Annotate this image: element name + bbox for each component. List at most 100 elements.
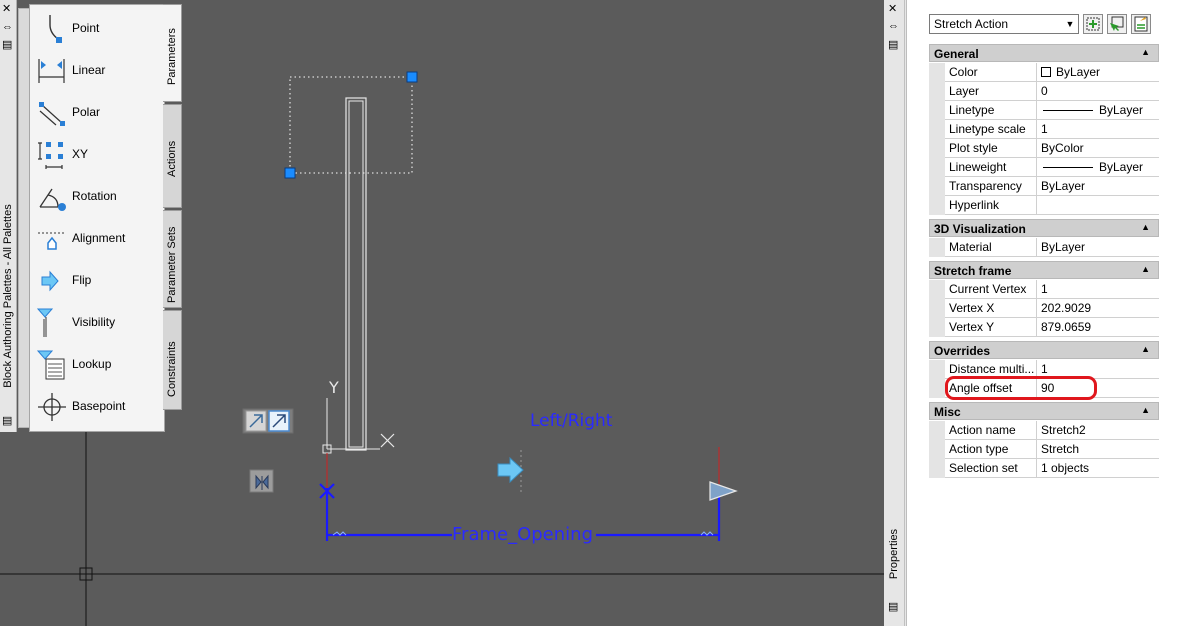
prop-row[interactable]: Vertex Y 879.0659	[929, 318, 1159, 337]
color-swatch	[1041, 67, 1051, 77]
prop-row[interactable]: Transparency ByLayer	[929, 177, 1159, 196]
collapse-icon[interactable]: ▲	[1141, 222, 1150, 232]
prop-value[interactable]: 1	[1037, 120, 1159, 139]
tool-flip[interactable]: Flip	[30, 261, 164, 301]
quick-select-button[interactable]	[1131, 14, 1151, 34]
rotation-param-icon	[39, 188, 66, 211]
prop-row[interactable]: Selection set 1 objects	[929, 459, 1159, 478]
close-icon[interactable]: ✕	[888, 2, 897, 15]
prop-value[interactable]: ByLayer	[1037, 63, 1159, 82]
prop-name: Selection set	[945, 459, 1037, 478]
tool-label: Point	[72, 21, 100, 35]
tool-alignment[interactable]: Alignment	[30, 219, 164, 259]
tool-rotation[interactable]: Rotation	[30, 177, 164, 217]
dimension-label[interactable]: Frame_Opening	[452, 524, 593, 545]
stretch-grip-top-right[interactable]	[406, 71, 418, 83]
prop-row[interactable]: Action type Stretch	[929, 440, 1159, 459]
prop-value[interactable]: ByColor	[1037, 139, 1159, 158]
prop-value[interactable]: ByLayer	[1037, 158, 1159, 177]
tool-point[interactable]: Point	[30, 9, 164, 49]
group-header[interactable]: Overrides ▲	[929, 341, 1159, 359]
tool-basepoint[interactable]: Basepoint	[30, 387, 164, 427]
parameters-palette: Point Linear Polar XY Rotation Alignment…	[29, 4, 165, 432]
tool-label: Polar	[72, 105, 101, 119]
palette-tab-strip: Parameters Actions Parameter Sets Constr…	[163, 4, 183, 410]
palette-title: Block Authoring Palettes - All Palettes	[2, 204, 14, 388]
prop-value[interactable]: ByLayer	[1037, 101, 1159, 120]
prop-value[interactable]: Stretch	[1037, 440, 1159, 459]
tab-parameters[interactable]: Parameters	[163, 4, 182, 102]
prop-row[interactable]: Layer 0	[929, 82, 1159, 101]
prop-row[interactable]: Hyperlink	[929, 196, 1159, 215]
prop-value[interactable]: 1	[1037, 280, 1159, 299]
tool-label: Rotation	[72, 189, 117, 203]
tool-visibility[interactable]: Visibility	[30, 303, 164, 343]
prop-name: Vertex Y	[945, 318, 1037, 337]
prop-row[interactable]: Linetype scale 1	[929, 120, 1159, 139]
properties-title: Properties	[888, 528, 900, 580]
properties-menu-icon[interactable]: ▤	[888, 38, 898, 51]
prop-name: Vertex X	[945, 299, 1037, 318]
object-type-select[interactable]: Stretch Action ▼	[929, 14, 1079, 34]
tab-actions[interactable]: Actions	[163, 104, 182, 208]
prop-value[interactable]: Stretch2	[1037, 421, 1159, 440]
prop-value-text: ByLayer	[1099, 103, 1144, 117]
toggle-pickadd-button[interactable]	[1083, 14, 1103, 34]
chevron-down-icon[interactable]: ▼	[1064, 17, 1076, 31]
tool-xy[interactable]: XY	[30, 135, 164, 175]
group-header[interactable]: Stretch frame ▲	[929, 261, 1159, 279]
select-objects-button[interactable]	[1107, 14, 1127, 34]
prop-row[interactable]: Plot style ByColor	[929, 139, 1159, 158]
prop-name: Action type	[945, 440, 1037, 459]
prop-value[interactable]: 0	[1037, 82, 1159, 101]
prop-row[interactable]: Vertex X 202.9029	[929, 299, 1159, 318]
highlight-annotation	[945, 376, 1097, 400]
prop-row[interactable]: Current Vertex 1	[929, 280, 1159, 299]
tool-linear[interactable]: Linear	[30, 51, 164, 91]
prop-value[interactable]: ByLayer	[1037, 177, 1159, 196]
properties-palette: ✕ ⇔ ▤ Properties ▤ Stretch Action ▼ Gene…	[884, 0, 1177, 626]
linetype-sample	[1043, 110, 1093, 111]
collapse-icon[interactable]: ▲	[1141, 405, 1150, 415]
prop-row[interactable]: Material ByLayer	[929, 238, 1159, 257]
properties-settings-icon[interactable]: ▤	[888, 600, 898, 613]
prop-row[interactable]: Action name Stretch2	[929, 421, 1159, 440]
prop-value[interactable]	[1037, 196, 1159, 215]
group-header[interactable]: Misc ▲	[929, 402, 1159, 420]
prop-value[interactable]: ByLayer	[1037, 238, 1159, 257]
flip-parameter-label[interactable]: Left/Right	[530, 411, 612, 431]
autohide-icon[interactable]: ⇔	[2, 22, 13, 33]
stretch-grip-bottom-left[interactable]	[284, 167, 296, 179]
collapse-icon[interactable]: ▲	[1141, 344, 1150, 354]
group-header[interactable]: 3D Visualization ▲	[929, 219, 1159, 237]
prop-value[interactable]: 1 objects	[1037, 459, 1159, 478]
tool-label: XY	[72, 147, 89, 161]
prop-name: Lineweight	[945, 158, 1037, 177]
prop-value[interactable]: 202.9029	[1037, 299, 1159, 318]
prop-row[interactable]: Linetype ByLayer	[929, 101, 1159, 120]
close-icon[interactable]: ✕	[2, 4, 11, 15]
stretch-action-arrow-grip[interactable]	[709, 481, 738, 501]
object-type-value: Stretch Action	[934, 17, 1009, 31]
xy-param-icon	[38, 142, 63, 169]
palette-title-bar[interactable]: ✕ ⇔ ▤ Block Authoring Palettes - All Pal…	[0, 0, 17, 432]
prop-row[interactable]: Lineweight ByLayer	[929, 158, 1159, 177]
collapse-icon[interactable]: ▲	[1141, 47, 1150, 57]
tool-lookup[interactable]: Lookup	[30, 345, 164, 385]
tool-polar[interactable]: Polar	[30, 93, 164, 133]
prop-value-text: ByLayer	[1099, 160, 1144, 174]
tab-parameter-sets[interactable]: Parameter Sets	[163, 210, 182, 308]
prop-row[interactable]: Color ByLayer	[929, 63, 1159, 82]
stretch-frame[interactable]	[289, 76, 413, 174]
prop-value[interactable]: 879.0659	[1037, 318, 1159, 337]
quick-select-icon	[1134, 16, 1148, 32]
group-header[interactable]: General ▲	[929, 44, 1159, 62]
autohide-icon[interactable]: ⇔	[888, 20, 899, 32]
collapse-icon[interactable]: ▲	[1141, 264, 1150, 274]
palette-props-icon[interactable]: ▤	[2, 416, 12, 427]
properties-title-bar[interactable]: ✕ ⇔ ▤ Properties ▤	[884, 0, 905, 626]
tab-constraints[interactable]: Constraints	[163, 310, 182, 410]
palette-menu-icon[interactable]: ▤	[2, 40, 12, 51]
basepoint-param-icon	[38, 393, 66, 421]
flip-arrow-grip[interactable]	[497, 456, 524, 484]
